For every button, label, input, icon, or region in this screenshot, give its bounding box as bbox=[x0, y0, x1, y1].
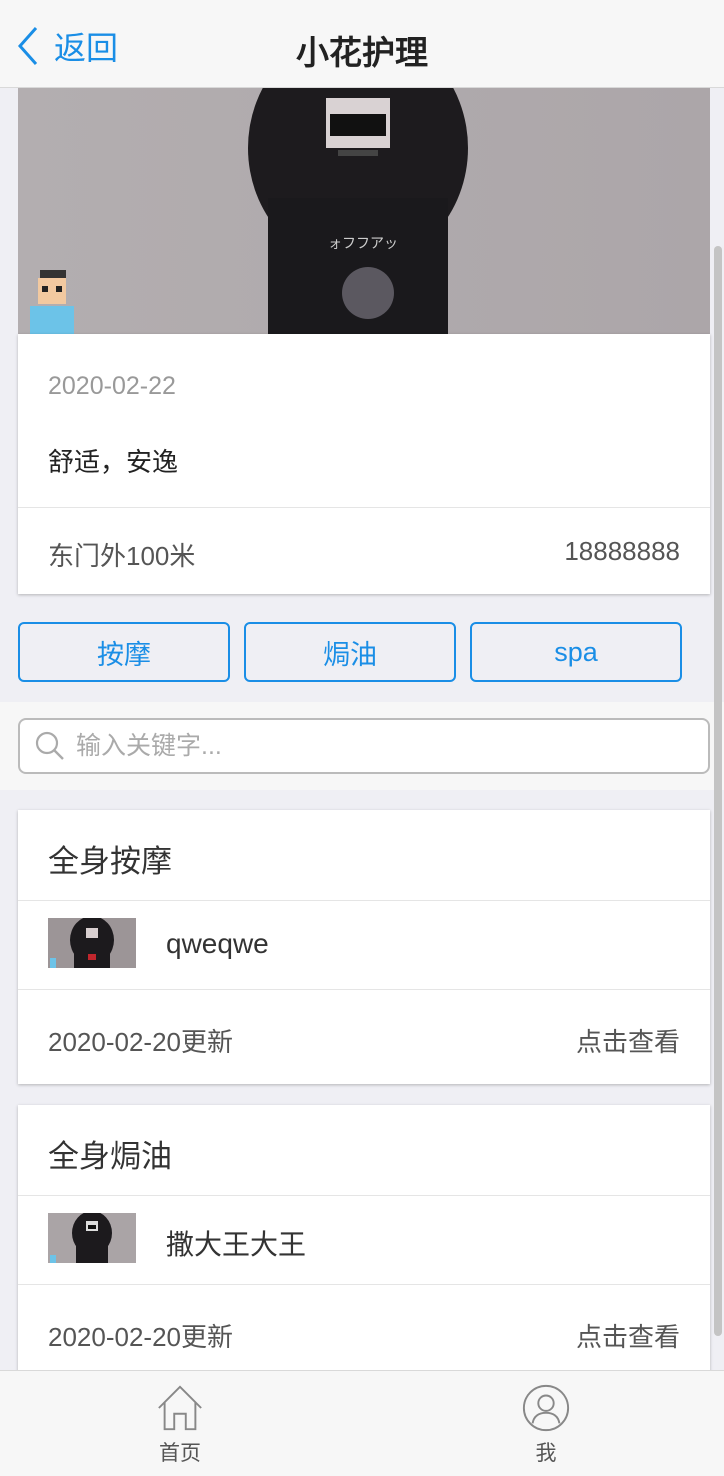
search-icon bbox=[35, 731, 64, 760]
service-card[interactable]: 全身按摩 qweqwe 2020-02-20更新 点击查看 bbox=[18, 810, 710, 1084]
main-content[interactable]: ォフフアッ 2020-02-22 舒适，安逸 东门外100米 18888888 … bbox=[0, 88, 724, 1370]
view-details-link[interactable]: 点击查看 bbox=[576, 1022, 680, 1059]
tab-home-label: 首页 bbox=[159, 1442, 201, 1465]
bottom-tab-bar: 首页 我 bbox=[0, 1370, 724, 1476]
divider bbox=[18, 900, 710, 901]
service-thumbnail bbox=[48, 1213, 136, 1263]
avatar-pixel-icon bbox=[30, 270, 74, 334]
svg-text:ォフフアッ: ォフフアッ bbox=[328, 236, 398, 252]
page-title: 小花护理 bbox=[296, 34, 428, 71]
service-name: qweqwe bbox=[166, 928, 269, 959]
nav-header: 返回 小花护理 bbox=[0, 0, 724, 88]
tag-spa-button[interactable]: spa bbox=[470, 622, 682, 682]
service-thumbnail bbox=[48, 918, 136, 968]
shop-phone[interactable]: 18888888 bbox=[564, 536, 680, 567]
divider bbox=[18, 989, 710, 990]
divider bbox=[18, 1284, 710, 1285]
service-title: 全身焗油 bbox=[48, 1139, 172, 1174]
shop-banner-image: ォフフアッ bbox=[18, 88, 710, 334]
tag-massage-button[interactable]: 按摩 bbox=[18, 622, 230, 682]
scrollbar[interactable] bbox=[714, 246, 722, 1336]
divider bbox=[18, 507, 710, 508]
service-name: 撒大王大王 bbox=[166, 1229, 307, 1260]
home-icon bbox=[158, 1385, 202, 1431]
service-updated: 2020-02-20更新 bbox=[48, 1027, 233, 1057]
service-card[interactable]: 全身焗油 撒大王大王 2020-02-20更新 点击查看 bbox=[18, 1105, 710, 1370]
tag-hair-oil-button[interactable]: 焗油 bbox=[244, 622, 456, 682]
service-updated: 2020-02-20更新 bbox=[48, 1322, 233, 1352]
tab-me-label: 我 bbox=[535, 1442, 557, 1465]
tab-home[interactable]: 首页 bbox=[120, 1383, 240, 1467]
tab-me[interactable]: 我 bbox=[486, 1383, 606, 1467]
view-details-link[interactable]: 点击查看 bbox=[576, 1317, 680, 1354]
banner-figure: ォフフアッ bbox=[248, 88, 468, 334]
category-tags: 按摩 焗油 spa bbox=[0, 594, 724, 702]
divider bbox=[18, 1195, 710, 1196]
shop-description: 舒适，安逸 bbox=[48, 447, 179, 477]
shop-address: 东门外100米 bbox=[48, 541, 196, 571]
user-icon bbox=[522, 1384, 570, 1432]
shop-date: 2020-02-22 bbox=[48, 372, 176, 400]
service-title: 全身按摩 bbox=[48, 844, 172, 879]
search-box[interactable] bbox=[18, 718, 710, 774]
search-input[interactable] bbox=[76, 731, 676, 761]
shop-info-card: 2020-02-22 舒适，安逸 东门外100米 18888888 bbox=[18, 334, 710, 594]
search-bar-section bbox=[0, 702, 724, 790]
